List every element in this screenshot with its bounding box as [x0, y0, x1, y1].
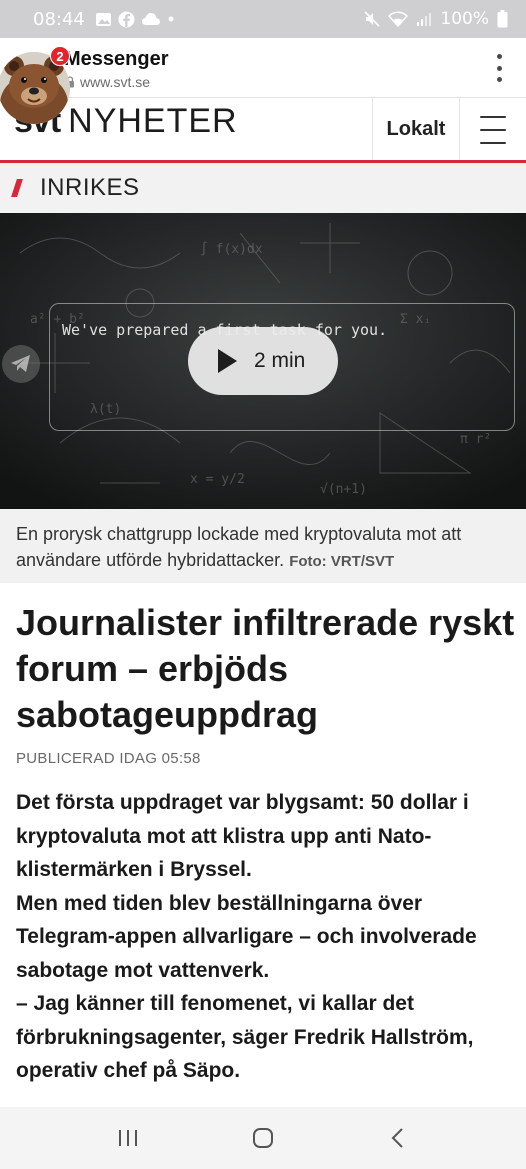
section-label[interactable]: INRIKES — [40, 174, 140, 202]
svg-text:π r²: π r² — [460, 432, 491, 447]
dot-icon — [168, 16, 174, 22]
image-caption: En prorysk chattgrupp lockade med krypto… — [0, 509, 526, 583]
system-nav-bar — [0, 1107, 526, 1169]
section-bar: INRIKES — [0, 163, 526, 213]
play-button[interactable]: 2 min — [188, 327, 338, 395]
gallery-icon — [95, 12, 111, 26]
article-lead: Det första uppdraget var blygsamt: 50 do… — [16, 786, 516, 1088]
home-icon[interactable] — [243, 1123, 283, 1153]
logo-nyheter: NYHETER — [68, 102, 238, 140]
more-vert-icon[interactable] — [494, 54, 504, 82]
system-icons: 100% — [364, 9, 508, 29]
browser-url[interactable]: www.svt.se — [80, 74, 150, 90]
signal-icon — [417, 13, 432, 26]
status-time: 08:44 — [33, 8, 85, 30]
lokalt-button[interactable]: Lokalt — [372, 98, 460, 160]
unread-badge: 2 — [50, 46, 70, 66]
caption-credit: Foto: VRT/SVT — [289, 553, 395, 570]
svg-text:x = y/2: x = y/2 — [190, 472, 245, 487]
status-bar: 08:44 100% — [0, 0, 526, 38]
lead-paragraph: Det första uppdraget var blygsamt: 50 do… — [16, 791, 469, 881]
cloud-icon — [141, 13, 160, 25]
article-headline: Journalister infiltrerade ryskt forum – … — [16, 602, 515, 735]
lead-paragraph: – Jag känner till fenomenet, vi kallar d… — [16, 992, 474, 1082]
notification-icons — [95, 11, 175, 28]
caption-text: En prorysk chattgrupp lockade med krypto… — [16, 524, 462, 570]
browser-title: Messenger — [64, 48, 169, 70]
battery-icon — [497, 10, 508, 28]
svg-text:∫ f(x)dx: ∫ f(x)dx — [200, 241, 263, 257]
svg-text:√(n+1): √(n+1) — [320, 482, 367, 497]
wifi-icon — [388, 11, 409, 27]
play-icon — [218, 349, 237, 373]
facebook-icon — [118, 11, 135, 27]
messenger-chat-head[interactable]: 2 — [0, 46, 72, 126]
video-duration: 2 min — [254, 349, 306, 372]
published-time: PUBLICERAD IDAG 05:58 — [16, 750, 201, 767]
battery-percent: 100% — [440, 9, 489, 29]
lead-paragraph: Men med tiden blev beställningarna över … — [16, 891, 477, 982]
hamburger-icon[interactable] — [470, 112, 516, 148]
site-header: svtNYHETER Lokalt — [0, 98, 526, 162]
mute-icon — [364, 11, 380, 27]
browser-toolbar: Messenger www.svt.se — [0, 38, 526, 98]
video-player[interactable]: ∫ f(x)dx a² + b² Σ xᵢ √(n+1) x = y/2 π r… — [0, 213, 526, 509]
back-icon[interactable] — [378, 1123, 418, 1153]
section-slash-icon — [11, 179, 23, 197]
telegram-icon — [2, 345, 40, 383]
recent-apps-icon[interactable] — [108, 1123, 148, 1153]
